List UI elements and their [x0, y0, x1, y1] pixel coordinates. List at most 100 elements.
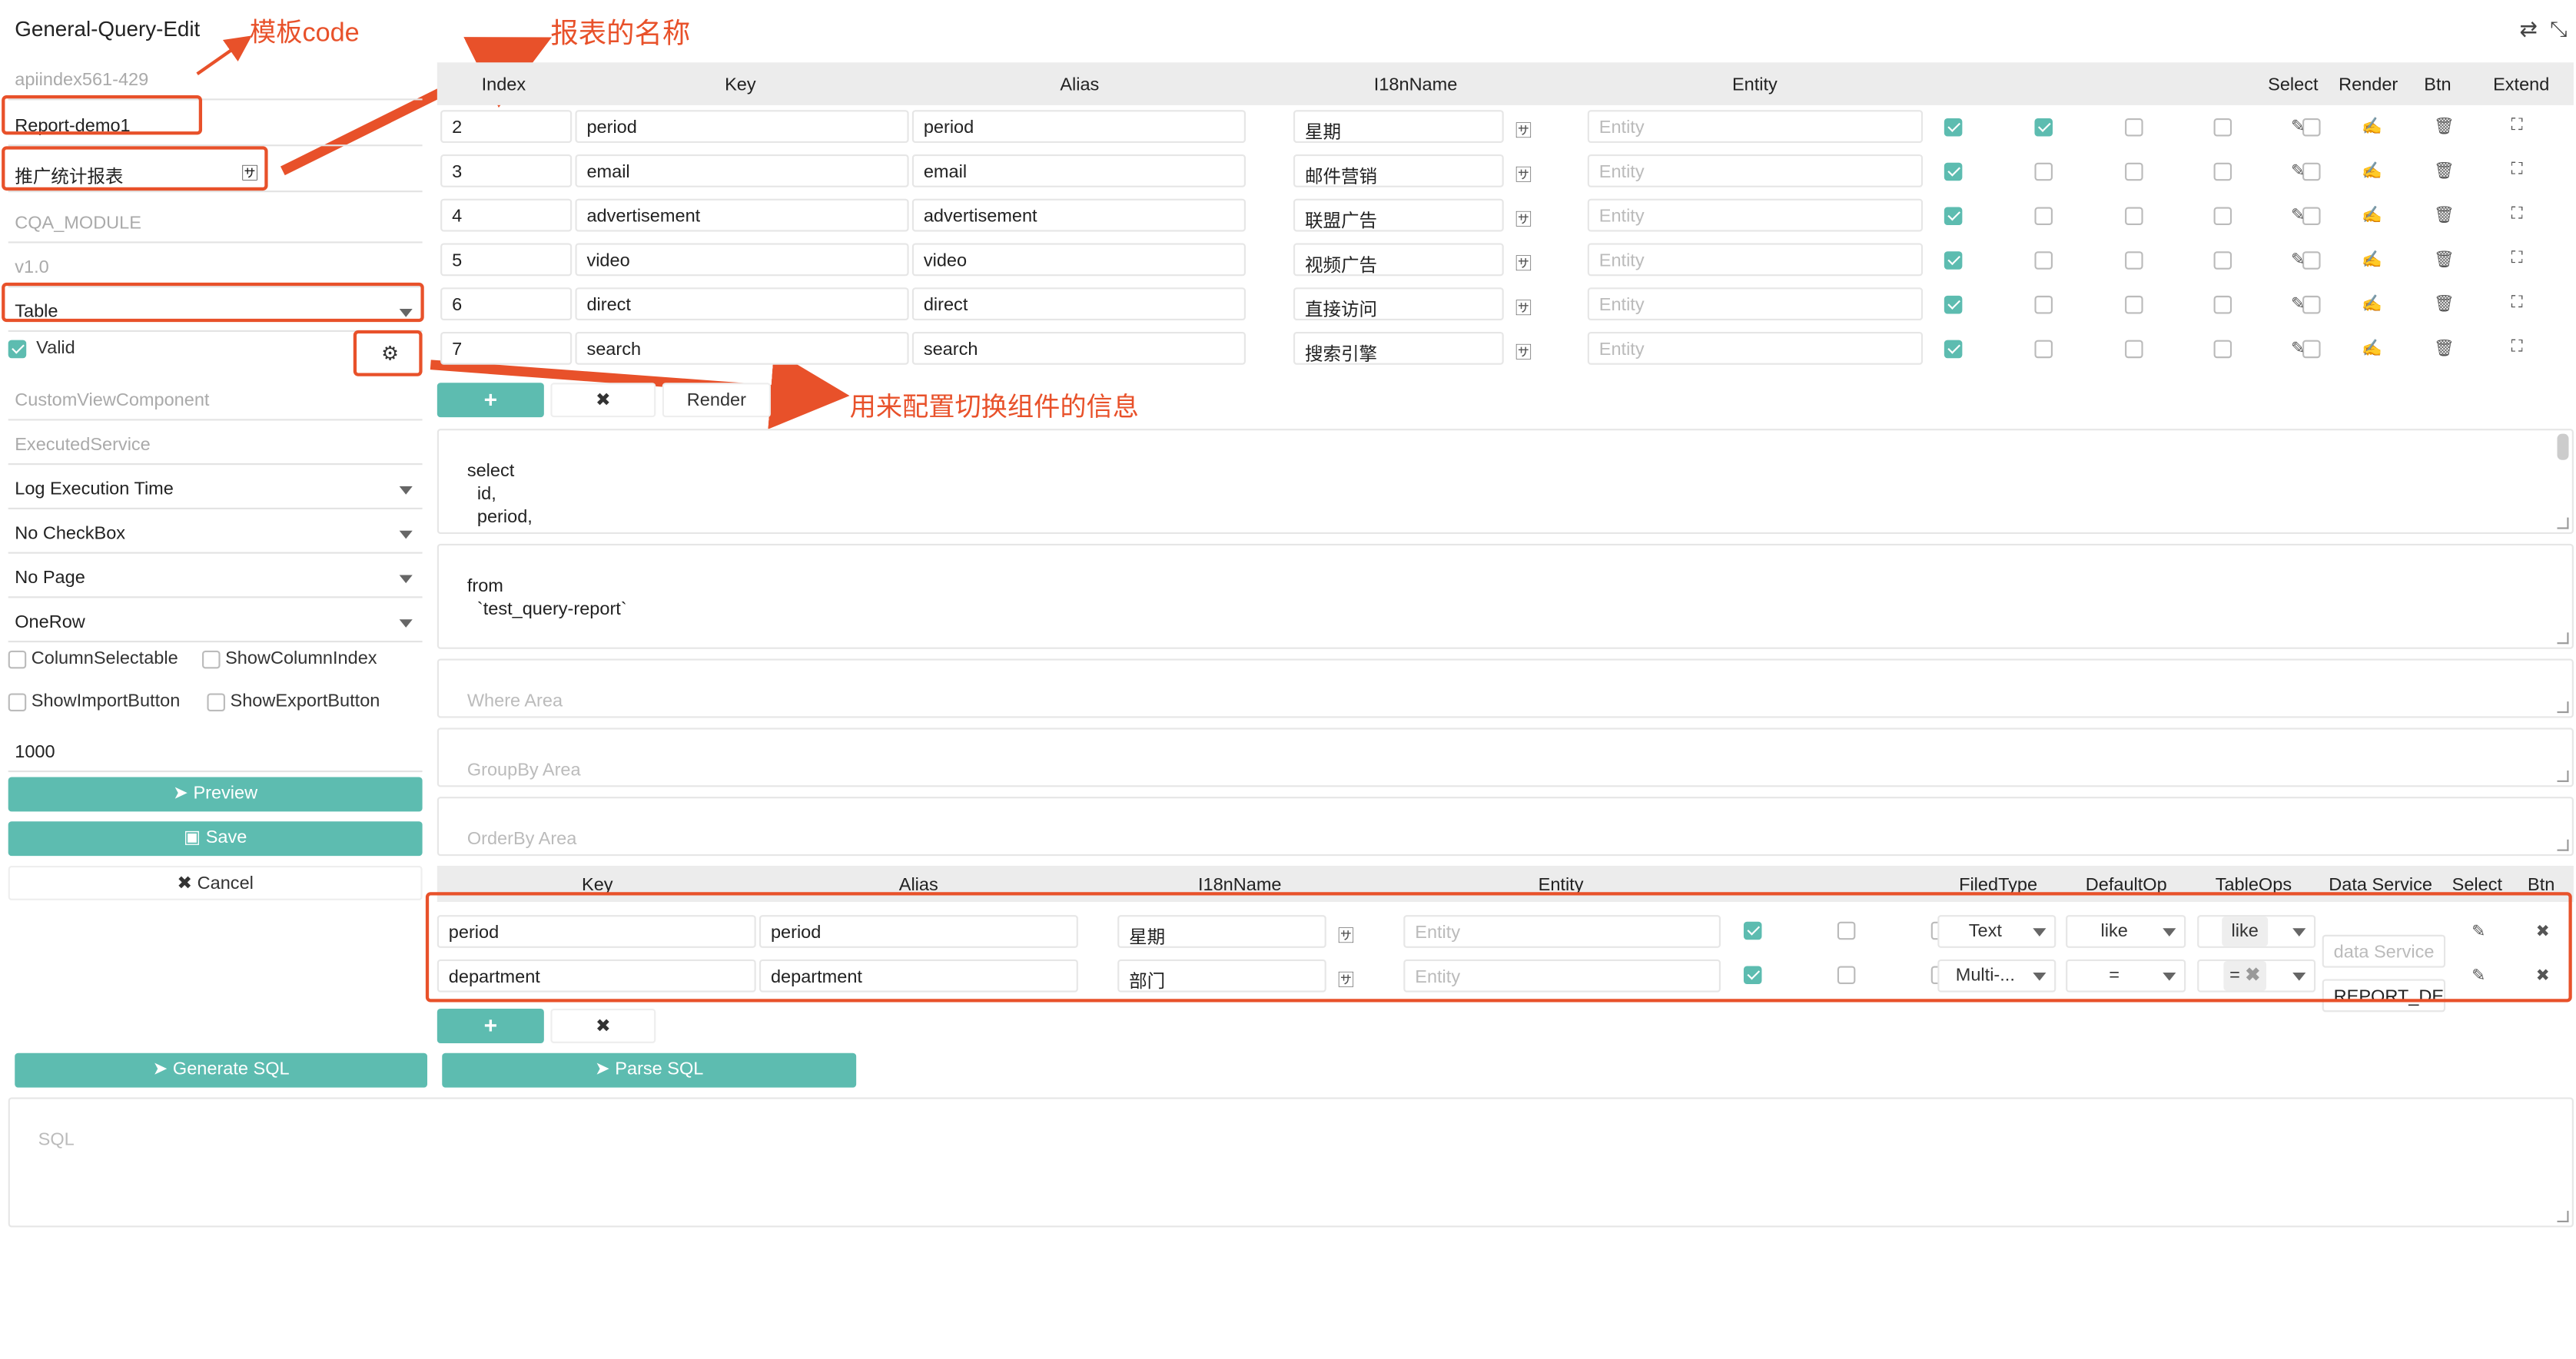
key-input[interactable]: search	[575, 331, 909, 365]
key-input[interactable]: email	[575, 154, 909, 187]
checkbox-mode-select[interactable]: No CheckBox	[8, 514, 423, 554]
save-button[interactable]: ▣ Save	[8, 821, 423, 857]
version-field[interactable]: v1.0	[8, 248, 423, 288]
option-checkbox[interactable]	[2125, 295, 2143, 313]
limit-field[interactable]: 1000	[8, 733, 423, 773]
log-exec-select[interactable]: Log Execution Time	[8, 470, 423, 509]
expand-icon[interactable]: ⛶	[2511, 117, 2523, 135]
option-checkbox[interactable]	[2213, 161, 2232, 181]
alias-input[interactable]: video	[911, 243, 1246, 277]
render-checkbox[interactable]	[2034, 339, 2053, 358]
orderby-textarea[interactable]: OrderBy Area	[437, 797, 2574, 857]
remove-condition-button[interactable]: ✖	[550, 1009, 656, 1043]
resize-handle-icon[interactable]	[2557, 1211, 2569, 1223]
translate-icon[interactable]: 🈂	[1515, 294, 1532, 319]
select-checkbox[interactable]	[1944, 161, 1963, 181]
entity-input[interactable]: Entity	[1587, 110, 1924, 144]
index-input[interactable]: 3	[440, 154, 573, 187]
index-input[interactable]: 7	[440, 331, 573, 365]
resize-handle-icon[interactable]	[2557, 517, 2569, 529]
select-checkbox[interactable]	[1944, 118, 1963, 136]
key-input[interactable]: direct	[575, 287, 909, 321]
select-checkbox[interactable]	[1944, 339, 1963, 358]
i18n-input[interactable]: 搜索引擎	[1293, 331, 1504, 365]
option-checkbox[interactable]	[2213, 250, 2232, 269]
option-checkbox[interactable]	[2125, 250, 2143, 269]
translate-icon[interactable]: 🈂	[1515, 161, 1532, 186]
option-checkbox[interactable]	[2302, 118, 2322, 136]
translate-icon[interactable]: 🈂	[1515, 250, 1532, 275]
valid-checkbox[interactable]	[8, 339, 27, 358]
alias-input[interactable]: advertisement	[911, 198, 1246, 232]
alias-input[interactable]: email	[911, 154, 1246, 187]
edit-icon[interactable]: ✍	[2362, 296, 2382, 314]
preview-button[interactable]: ➤ Preview	[8, 777, 423, 812]
from-sql-textarea[interactable]: from `test_query-report`	[437, 543, 2574, 649]
expand-icon[interactable]: ⛶	[2511, 250, 2523, 268]
i18n-input[interactable]: 联盟广告	[1293, 198, 1504, 232]
paperclip-icon[interactable]: ✎	[2291, 251, 2305, 270]
show-column-index-option[interactable]: ShowColumnIndex	[202, 649, 377, 668]
i18n-input[interactable]: 星期	[1293, 110, 1504, 144]
scrollbar-thumb[interactable]	[2557, 433, 2569, 460]
api-index-field[interactable]: apiindex561-429	[8, 61, 423, 101]
translate-icon[interactable]: 🈂	[1515, 117, 1532, 141]
option-checkbox[interactable]	[2125, 118, 2143, 136]
expand-icon[interactable]: ⛶	[2511, 339, 2523, 357]
entity-input[interactable]: Entity	[1587, 198, 1924, 232]
edit-icon[interactable]: ✍	[2362, 207, 2382, 225]
entity-input[interactable]: Entity	[1587, 243, 1924, 277]
parse-sql-button[interactable]: ➤ Parse SQL	[442, 1052, 857, 1088]
alias-input[interactable]: direct	[911, 287, 1246, 321]
custom-view-component-field[interactable]: CustomViewComponent	[8, 381, 423, 421]
paperclip-icon[interactable]: ✎	[2291, 163, 2305, 181]
option-checkbox[interactable]	[2302, 206, 2322, 225]
alias-input[interactable]: search	[911, 331, 1246, 365]
resize-handle-icon[interactable]	[2557, 701, 2569, 714]
render-checkbox[interactable]	[2034, 206, 2053, 225]
select-checkbox[interactable]	[1944, 250, 1963, 269]
option-checkbox[interactable]	[2213, 118, 2232, 136]
remove-column-button[interactable]: ✖	[550, 383, 656, 418]
column-selectable-option[interactable]: ColumnSelectable	[8, 649, 178, 668]
paperclip-icon[interactable]: ✎	[2291, 207, 2305, 225]
render-checkbox[interactable]	[2034, 161, 2053, 181]
resize-handle-icon[interactable]	[2557, 839, 2569, 851]
add-condition-button[interactable]: +	[437, 1009, 544, 1043]
trash-icon[interactable]: 🗑	[2434, 251, 2455, 270]
trash-icon[interactable]: 🗑	[2434, 340, 2455, 359]
trash-icon[interactable]: 🗑	[2434, 207, 2455, 225]
add-column-button[interactable]: +	[437, 383, 544, 418]
option-checkbox[interactable]	[2302, 161, 2322, 181]
resize-handle-icon[interactable]	[2557, 632, 2569, 645]
i18n-input[interactable]: 邮件营销	[1293, 154, 1504, 187]
page-mode-select[interactable]: No Page	[8, 559, 423, 598]
edit-icon[interactable]: ✍	[2362, 251, 2382, 270]
cancel-button[interactable]: ✖ Cancel	[8, 865, 423, 900]
render-checkbox[interactable]	[2034, 295, 2053, 313]
entity-input[interactable]: Entity	[1587, 154, 1924, 187]
index-input[interactable]: 4	[440, 198, 573, 232]
entity-input[interactable]: Entity	[1587, 331, 1924, 365]
select-sql-textarea[interactable]: select id, period, email, advertisement,	[437, 429, 2574, 535]
key-input[interactable]: video	[575, 243, 909, 277]
option-checkbox[interactable]	[2125, 339, 2143, 358]
show-import-checkbox[interactable]	[8, 692, 27, 711]
expand-icon[interactable]: ⛶	[2511, 294, 2523, 313]
executed-service-field[interactable]: ExecutedService	[8, 426, 423, 466]
show-import-option[interactable]: ShowImportButton	[8, 691, 180, 711]
show-export-checkbox[interactable]	[207, 692, 225, 711]
index-input[interactable]: 5	[440, 243, 573, 277]
trash-icon[interactable]: 🗑	[2434, 118, 2455, 137]
option-checkbox[interactable]	[2213, 339, 2232, 358]
settings-button[interactable]: ⚙	[353, 330, 423, 376]
show-export-option[interactable]: ShowExportButton	[207, 691, 380, 711]
option-checkbox[interactable]	[2125, 161, 2143, 181]
edit-icon[interactable]: ✍	[2362, 340, 2382, 359]
trash-icon[interactable]: 🗑	[2434, 163, 2455, 181]
render-button[interactable]: Render	[662, 383, 771, 418]
expand-icon[interactable]: ⛶	[2511, 205, 2523, 224]
module-field[interactable]: CQA_MODULE	[8, 204, 423, 244]
option-checkbox[interactable]	[2213, 295, 2232, 313]
paperclip-icon[interactable]: ✎	[2291, 340, 2305, 359]
